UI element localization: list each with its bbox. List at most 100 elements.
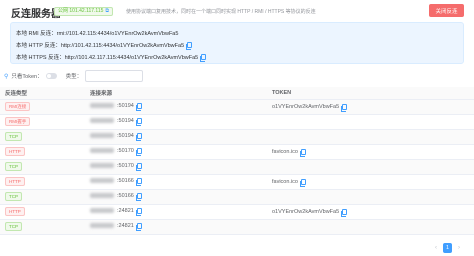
type-tag: HTTP	[5, 147, 25, 156]
type-tag: HTTP	[5, 207, 25, 216]
redacted-ip	[90, 178, 114, 184]
type-cell: TCP	[0, 159, 90, 175]
token-cell	[268, 129, 474, 145]
token-cell	[268, 189, 474, 205]
type-tag: TCP	[5, 222, 22, 231]
redacted-ip	[90, 208, 114, 214]
source-address: :50170	[90, 162, 142, 171]
type-cell: TCP	[0, 129, 90, 145]
redacted-ip	[90, 103, 114, 109]
copy-icon[interactable]	[135, 207, 142, 216]
http-address-row: 本地 HTTP 反连：http://101.42.115:4434/o1VYEn…	[16, 41, 193, 50]
reverse-address-panel: 本地 RMI 反连：rmi://101.42.115:4434/o1VYEnrO…	[10, 22, 464, 64]
source-cell: :50166	[90, 174, 268, 190]
table-header-row: 反连类型 连接来源 TOKEN	[0, 87, 474, 100]
type-tag: TCP	[5, 162, 22, 171]
next-page-button[interactable]: ›	[455, 243, 463, 253]
redacted-ip	[90, 223, 114, 229]
type-cell: TCP	[0, 219, 90, 235]
source-cell: :50170	[90, 144, 268, 160]
token-cell	[268, 219, 474, 235]
source-port: :50166	[117, 177, 134, 184]
copy-icon[interactable]	[135, 102, 142, 111]
type-cell: HTTP	[0, 174, 90, 190]
source-port: :50170	[117, 147, 134, 154]
redacted-ip	[90, 193, 114, 199]
copy-icon[interactable]	[341, 208, 348, 217]
page-number-button[interactable]: 1	[443, 243, 452, 253]
copy-icon[interactable]	[300, 178, 306, 187]
source-address: :50194	[90, 132, 142, 141]
type-cell: RMI握手	[0, 114, 90, 130]
column-header-token: TOKEN	[268, 87, 474, 100]
table-row: TCP :24821	[0, 219, 474, 235]
token-text: o1VYEnrOw2kAvmVbwFa5	[272, 103, 340, 110]
copy-icon[interactable]	[135, 147, 142, 156]
copy-icon[interactable]	[135, 192, 142, 201]
connections-table: 反连类型 连接来源 TOKEN RMI连接 :50194 o1VYEnrOw2kAv…	[0, 87, 474, 235]
type-cell: TCP	[0, 189, 90, 205]
token-cell: favicon.ico	[268, 174, 474, 190]
source-port: :50170	[117, 162, 134, 169]
token-cell: o1VYEnrOw2kAvmVbwFa5	[268, 204, 474, 220]
source-port: :50194	[117, 117, 134, 124]
source-cell: :50194	[90, 99, 268, 115]
https-address-text: 本地 HTTPS 反连：http://101.42.117.115:4434/o…	[16, 55, 199, 61]
filter-icon: ⚲	[4, 73, 9, 80]
copy-icon[interactable]	[135, 177, 142, 186]
source-address: :24821	[90, 207, 142, 216]
column-header-source: 连接来源	[90, 87, 268, 100]
source-port: :50194	[117, 102, 134, 109]
source-cell: :24821	[90, 204, 268, 220]
copy-icon[interactable]	[135, 222, 142, 231]
type-tag: RMI握手	[5, 117, 31, 126]
source-port: :24821	[117, 222, 134, 229]
copy-icon[interactable]	[200, 54, 207, 62]
type-tag: TCP	[5, 132, 22, 141]
copy-icon[interactable]	[341, 103, 348, 112]
table-row: HTTP :24821 o1VYEnrOw2kAvmVbwFa5	[0, 204, 474, 220]
source-port: :50194	[117, 132, 134, 139]
type-tag: TCP	[5, 192, 22, 201]
token-text: favicon.ico	[272, 178, 298, 185]
token-text: o1VYEnrOw2kAvmVbwFa5	[272, 208, 340, 215]
page-description: 使用协议端口复用技术，同时在一个端口同时实现 HTTP / RMI / HTTP…	[126, 9, 316, 15]
type-cell: HTTP	[0, 204, 90, 220]
page-header: 反连服务器 公网 101.42.117.115 ⧉ 使用协议端口复用技术，同时在…	[0, 0, 474, 22]
source-address: :24821	[90, 222, 142, 231]
filter-bar: ⚲ 只看Token： 类型：	[4, 70, 144, 82]
source-cell: :50166	[90, 189, 268, 205]
source-address: :50166	[90, 192, 142, 201]
source-cell: :50194	[90, 114, 268, 130]
copy-icon[interactable]	[135, 117, 142, 126]
token-value: o1VYEnrOw2kAvmVbwFa5	[272, 103, 348, 112]
token-cell: o1VYEnrOw2kAvmVbwFa5	[268, 99, 474, 115]
token-value: favicon.ico	[272, 148, 306, 157]
copy-icon[interactable]	[186, 42, 193, 50]
rmi-address-text: 本地 RMI 反连：rmi://101.42.115:4434/o1VYEnrO…	[16, 31, 179, 37]
redacted-ip	[90, 118, 114, 124]
copy-icon[interactable]	[135, 162, 142, 171]
table-row: RMI连接 :50194 o1VYEnrOw2kAvmVbwFa5	[0, 99, 474, 115]
token-only-switch[interactable]	[45, 73, 57, 79]
source-address: :50170	[90, 147, 142, 156]
table-row: HTTP :50166 favicon.ico	[0, 174, 474, 190]
source-address: :50194	[90, 117, 142, 126]
type-select[interactable]	[85, 70, 144, 82]
prev-page-button[interactable]: ‹	[432, 243, 440, 253]
column-header-type: 反连类型	[0, 87, 90, 100]
type-label: 类型：	[65, 74, 83, 80]
table-row: RMI握手 :50194	[0, 114, 474, 130]
public-ip-badge: 公网 101.42.117.115 ⧉	[54, 7, 113, 16]
source-cell: :50170	[90, 159, 268, 175]
close-reverse-button[interactable]: 关闭反连	[429, 4, 464, 17]
copy-icon[interactable]: ⧉	[105, 8, 109, 15]
copy-icon[interactable]	[300, 148, 306, 157]
table-row: TCP :50166	[0, 189, 474, 205]
source-address: :50166	[90, 177, 142, 186]
type-cell: RMI连接	[0, 99, 90, 115]
pagination: ‹ 1 ›	[432, 243, 463, 253]
copy-icon[interactable]	[135, 132, 142, 141]
table-row: HTTP :50170 favicon.ico	[0, 144, 474, 160]
table-row: TCP :50170	[0, 159, 474, 175]
